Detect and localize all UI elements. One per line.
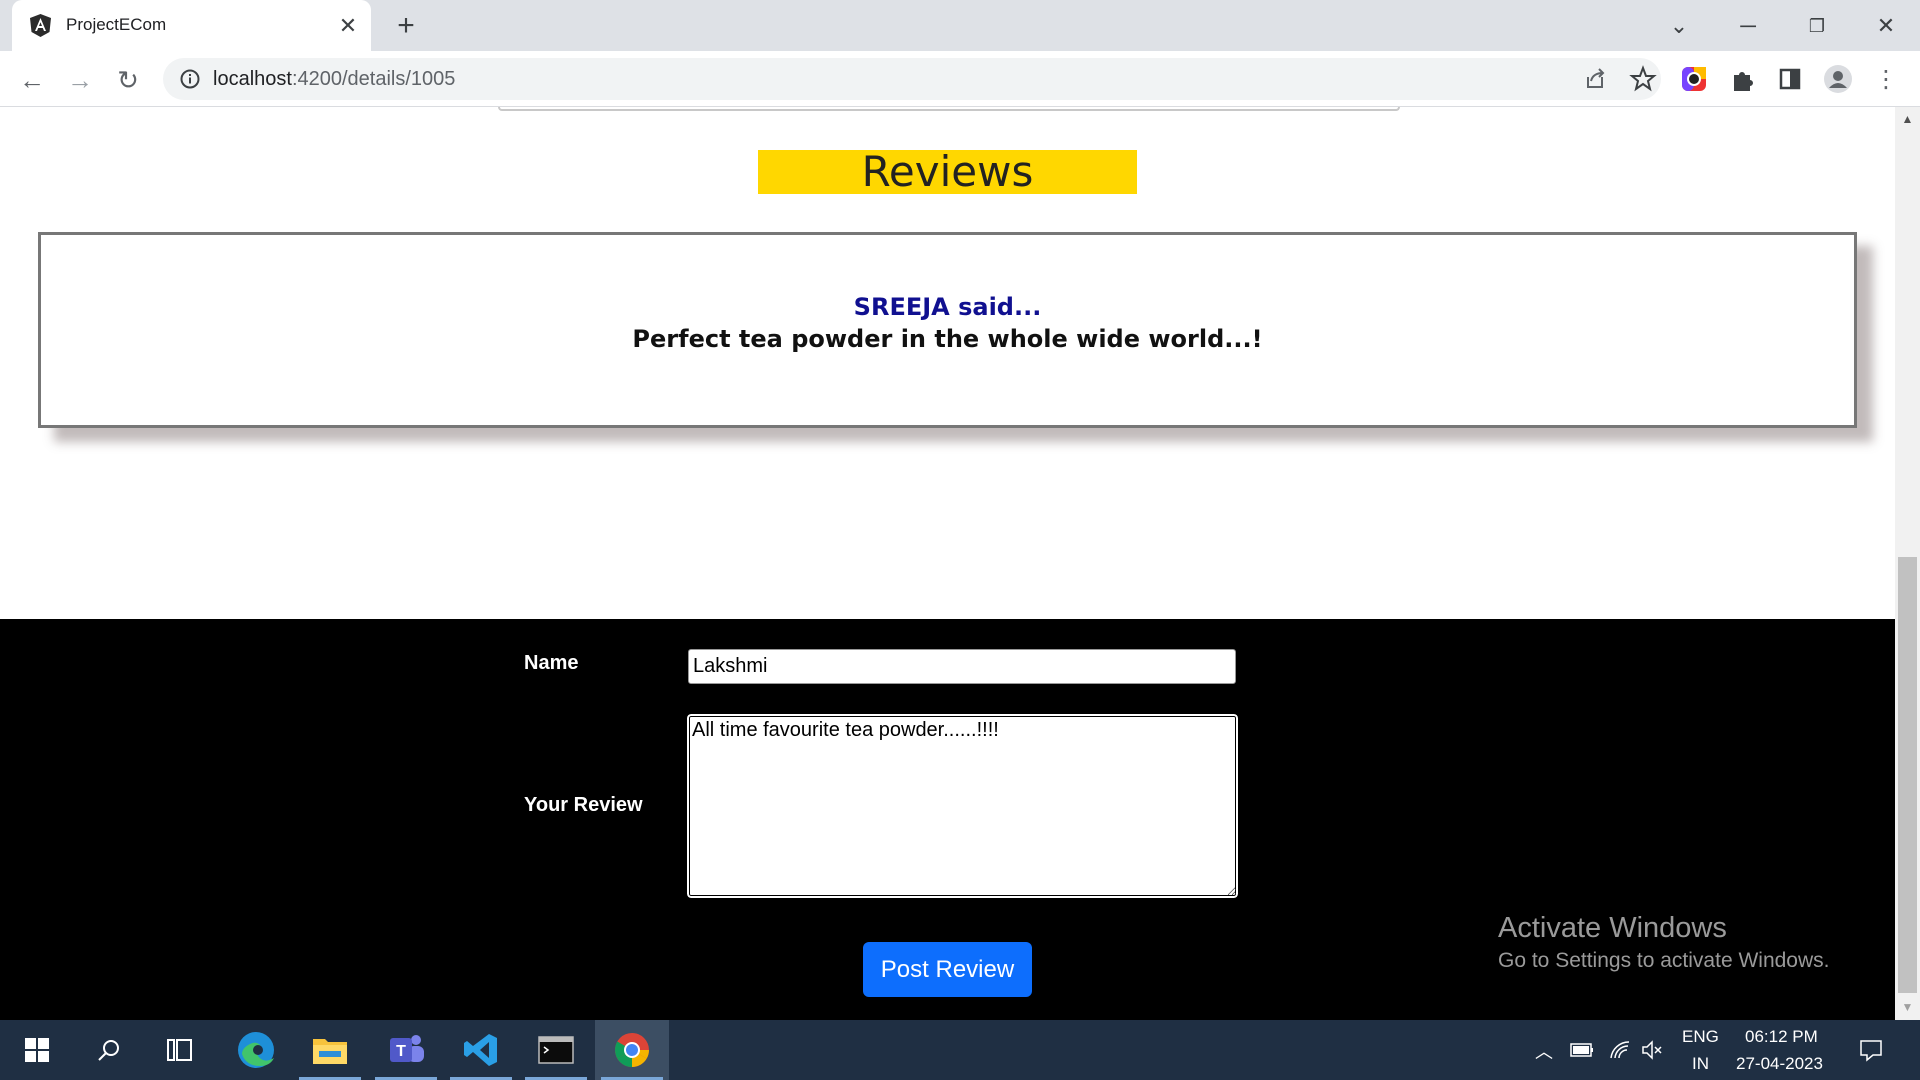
- reviews-heading: Reviews: [758, 150, 1137, 194]
- scroll-up-arrow-icon[interactable]: ▲: [1895, 107, 1920, 132]
- active-tab[interactable]: ProjectECom ✕: [12, 0, 371, 51]
- search-icon: [98, 1040, 119, 1061]
- review-author: SREEJA said...: [853, 293, 1042, 321]
- previous-section-border: [498, 107, 1400, 111]
- close-tab-icon[interactable]: ✕: [334, 12, 362, 40]
- activate-windows-watermark: Activate Windows Go to Settings to activ…: [1498, 912, 1830, 973]
- page-scrollbar[interactable]: ▲ ▼: [1895, 107, 1920, 1020]
- url-text[interactable]: localhost:4200/details/1005: [213, 68, 455, 91]
- review-text: Perfect tea powder in the whole wide wor…: [632, 325, 1263, 353]
- chrome-app[interactable]: [595, 1020, 669, 1080]
- restore-icon[interactable]: ❐: [1797, 8, 1837, 44]
- name-input[interactable]: [688, 649, 1236, 684]
- watermark-title: Activate Windows: [1498, 912, 1727, 944]
- name-label: Name: [524, 652, 579, 674]
- review-form: Name Your Review All time favourite tea …: [0, 619, 1895, 1020]
- start-icon: [25, 1038, 49, 1062]
- new-tab-icon[interactable]: +: [390, 10, 422, 42]
- battery-icon[interactable]: [1569, 1040, 1595, 1060]
- svg-text:T: T: [396, 1043, 406, 1060]
- language-indicator-top[interactable]: ENG: [1682, 1027, 1719, 1047]
- tab-title: ProjectECom: [66, 15, 167, 34]
- taskbar-search-button[interactable]: [72, 1020, 146, 1080]
- extensions-icon[interactable]: [1726, 63, 1758, 95]
- watermark-subtitle: Go to Settings to activate Windows.: [1498, 949, 1830, 972]
- scroll-down-arrow-icon[interactable]: ▼: [1895, 995, 1920, 1020]
- minimize-icon[interactable]: ─: [1728, 8, 1768, 44]
- url-path: :4200/details/1005: [291, 68, 456, 90]
- chrome-icon: [615, 1033, 649, 1067]
- volume-muted-icon[interactable]: [1640, 1038, 1664, 1062]
- edge-icon: [238, 1032, 274, 1068]
- bookmark-star-icon[interactable]: [1627, 63, 1659, 95]
- reload-icon[interactable]: ↻: [112, 64, 144, 96]
- color-extension-icon[interactable]: [1678, 63, 1710, 95]
- terminal-app[interactable]: [519, 1020, 593, 1080]
- clock-time[interactable]: 06:12 PM: [1745, 1027, 1818, 1047]
- task-view-button[interactable]: [143, 1020, 217, 1080]
- show-hidden-icons-icon[interactable]: ︿: [1535, 1038, 1553, 1064]
- file-explorer-icon: [313, 1039, 347, 1064]
- forward-icon[interactable]: →: [64, 64, 96, 96]
- page-viewport: Reviews SREEJA said... Perfect tea powde…: [0, 107, 1895, 1020]
- windows-taskbar: T ︿ ENG IN 06:12 PM 27-04-2023: [0, 1020, 1920, 1080]
- teams-icon: T: [390, 1035, 424, 1062]
- angular-icon: [30, 14, 51, 37]
- address-bar[interactable]: localhost:4200/details/1005: [163, 58, 1661, 100]
- scroll-thumb[interactable]: [1898, 557, 1917, 993]
- post-review-button[interactable]: Post Review: [863, 942, 1032, 997]
- start-button[interactable]: [0, 1020, 74, 1080]
- clock-date[interactable]: 27-04-2023: [1736, 1054, 1823, 1074]
- side-panel-icon[interactable]: [1774, 63, 1806, 95]
- edge-app[interactable]: [219, 1020, 293, 1080]
- site-info-icon[interactable]: [179, 68, 201, 90]
- review-label: Your Review: [524, 794, 643, 816]
- tab-search-icon[interactable]: ⌄: [1659, 8, 1699, 44]
- review-card: SREEJA said... Perfect tea powder in the…: [38, 232, 1857, 428]
- task-view-icon: [167, 1039, 192, 1061]
- wifi-icon[interactable]: [1608, 1038, 1632, 1062]
- terminal-icon: [538, 1036, 574, 1064]
- teams-app[interactable]: T: [369, 1020, 443, 1080]
- profile-avatar-icon[interactable]: [1822, 63, 1854, 95]
- back-icon[interactable]: ←: [16, 64, 48, 96]
- share-icon[interactable]: [1579, 63, 1611, 95]
- vscode-icon: [464, 1034, 497, 1066]
- file-explorer-app[interactable]: [293, 1020, 367, 1080]
- language-indicator-bottom[interactable]: IN: [1692, 1054, 1709, 1074]
- browser-toolbar: ← → ↻ localhost:4200/details/1005 ⋮: [0, 51, 1920, 107]
- vscode-app[interactable]: [444, 1020, 518, 1080]
- url-host: localhost: [213, 68, 292, 90]
- review-textarea[interactable]: All time favourite tea powder......!!!!: [685, 712, 1240, 900]
- menu-kebab-icon[interactable]: ⋮: [1870, 64, 1902, 96]
- notifications-icon[interactable]: [1858, 1037, 1884, 1063]
- close-window-icon[interactable]: ✕: [1866, 8, 1906, 44]
- tab-strip: ProjectECom ✕ + ⌄ ─ ❐ ✕: [0, 0, 1920, 51]
